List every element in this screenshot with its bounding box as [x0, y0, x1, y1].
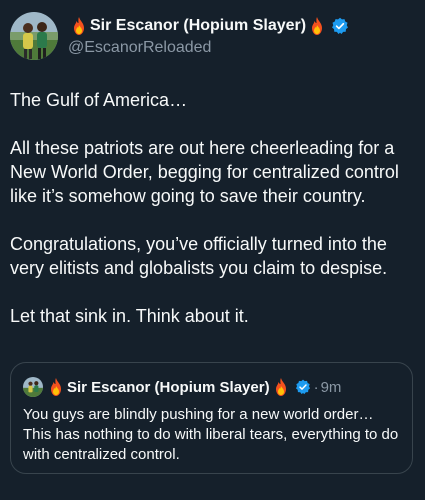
time-separator: ·	[313, 378, 319, 396]
quoted-tweet-header: Sir Escanor (Hopium Slayer) · 9m	[23, 376, 341, 398]
profile-photo-icon	[10, 12, 58, 60]
fire-icon	[275, 378, 286, 396]
tweet-paragraph: The Gulf of America…	[10, 90, 188, 110]
fire-icon	[312, 17, 323, 35]
tweet-paragraph: Let that sink in. Think about it.	[10, 306, 249, 326]
fire-icon	[51, 378, 61, 396]
author-names: Sir Escanor (Hopium Slayer) @EscanorRelo…	[68, 15, 349, 57]
tweet-header: Sir Escanor (Hopium Slayer) @EscanorRelo…	[10, 12, 349, 60]
quoted-author-display-name: Sir Escanor (Hopium Slayer)	[67, 378, 270, 396]
author-handle[interactable]: @EscanorReloaded	[68, 39, 349, 57]
tweet-paragraph: All these patriots are out here cheerlea…	[10, 138, 399, 206]
quoted-tweet[interactable]: Sir Escanor (Hopium Slayer) · 9m You guy…	[10, 362, 413, 474]
author-display-name[interactable]: Sir Escanor (Hopium Slayer)	[90, 17, 306, 35]
quoted-tweet-text: You guys are blindly pushing for a new w…	[23, 406, 399, 463]
quoted-tweet-time[interactable]: 9m	[321, 379, 342, 396]
quoted-author-avatar	[23, 377, 43, 397]
author-avatar[interactable]	[10, 12, 58, 60]
tweet-paragraph: Congratulations, you’ve officially turne…	[10, 234, 388, 278]
tweet-body: The Gulf of America… All these patriots …	[10, 88, 418, 352]
verified-badge-icon[interactable]	[331, 17, 349, 35]
profile-photo-icon	[23, 377, 43, 397]
tweet-card: Sir Escanor (Hopium Slayer) @EscanorRelo…	[0, 0, 425, 500]
fire-icon	[74, 17, 84, 35]
verified-badge-icon	[295, 379, 310, 395]
display-name-row[interactable]: Sir Escanor (Hopium Slayer)	[68, 15, 349, 37]
